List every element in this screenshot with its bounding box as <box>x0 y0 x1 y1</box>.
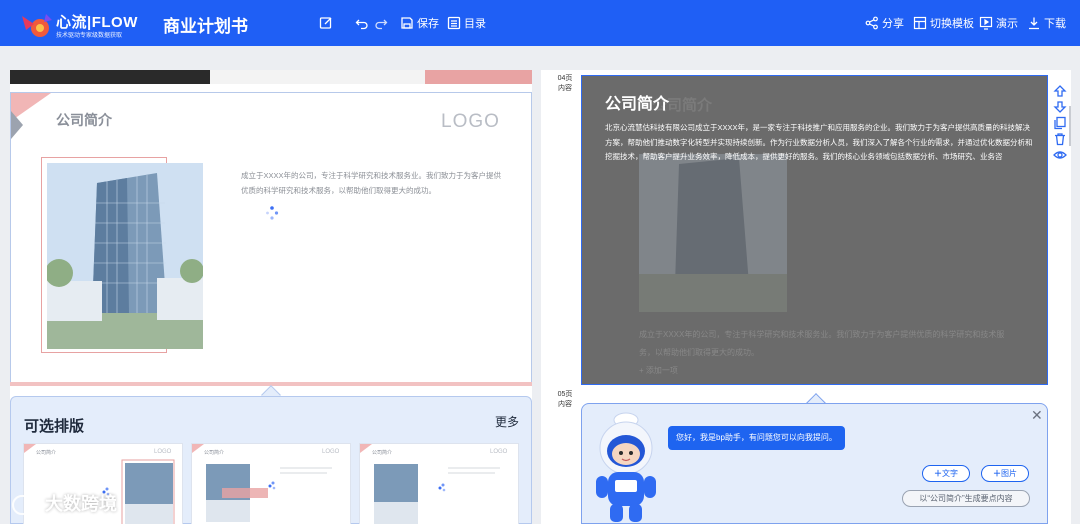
present-icon <box>979 16 993 30</box>
page-5-number: 05页 <box>557 391 573 398</box>
edit-button[interactable] <box>319 14 336 32</box>
list-icon <box>447 16 461 30</box>
preview-eye-icon[interactable] <box>1053 148 1067 162</box>
generate-key-points-button[interactable]: 以“公司简介”生成要点内容 <box>902 490 1030 507</box>
assistant-greeting: 您好，我是bp助手，有问题您可以向我提问。 <box>668 426 845 450</box>
watermark-text: 大数跨境 <box>45 494 117 514</box>
right-pages-panel: 04页 内容 公司简介 成立于XXXX年的公司，专注于科学研究和技术服务业。我们… <box>541 70 1071 524</box>
layout-thumbnail-3[interactable]: 公司简介 LOGO <box>359 443 519 524</box>
top-bar: 心流|FLOW 技术驱动专家级数据获取 商业计划书 保存 目录 分享 切换模板 … <box>0 0 1080 46</box>
document-title[interactable]: 商业计划书 <box>163 12 248 37</box>
layout-thumb-2-graphic <box>192 444 332 522</box>
switch-template-button[interactable]: 切换模板 <box>913 14 974 32</box>
watermark: 大数跨境 <box>12 490 117 516</box>
save-label: 保存 <box>417 18 439 30</box>
slide-logo-placeholder[interactable]: LOGO <box>441 111 500 133</box>
ghost-body-text: 成立于XXXX年的公司，专注于科学研究和技术服务业。我们致力于为客户提供优质的科… <box>639 330 1005 357</box>
close-icon[interactable]: ✕ <box>1031 407 1043 424</box>
page-4-label: 04页 内容 <box>553 74 577 94</box>
thumb-2-heading: 公司简介 <box>204 450 225 456</box>
page-5-type: 内容 <box>558 401 572 408</box>
download-label: 下载 <box>1044 18 1066 30</box>
strip-pink-band <box>425 70 532 84</box>
template-icon <box>913 16 927 30</box>
layout-options-title: 可选排版 <box>24 418 85 435</box>
ghost-building-image <box>639 154 787 312</box>
slide-preview[interactable]: 公司简介 LOGO 成立于XXXX年的公司，专注于科学研究和技术服务业。我们致力… <box>10 92 532 384</box>
redo-icon <box>375 19 388 30</box>
plus-icon: ＋ <box>934 469 942 478</box>
page-4-number: 04页 <box>557 75 573 82</box>
logo-mark-icon <box>22 14 52 37</box>
bp-assistant-panel: ✕ 您好，我是bp助手，有问题您可以向我提问。 ＋文字 ＋图片 以“公司简介”生… <box>581 403 1048 524</box>
share-label: 分享 <box>882 18 904 30</box>
scrollbar[interactable] <box>1069 106 1071 146</box>
thumb-1-logo: LOGO <box>154 449 172 455</box>
download-icon <box>1029 17 1039 30</box>
add-text-button[interactable]: ＋文字 <box>922 465 970 482</box>
thumb-3-heading: 公司简介 <box>372 450 393 456</box>
logo-tagline: 技术驱动专家级数据获取 <box>56 33 123 39</box>
switch-template-label: 切换模板 <box>930 18 974 30</box>
layout-thumb-3-graphic <box>360 444 500 524</box>
selected-slide[interactable]: 公司简介 成立于XXXX年的公司，专注于科学研究和技术服务业。我们致力于为客户提… <box>581 75 1048 385</box>
left-editor-panel: 公司简介 LOGO 成立于XXXX年的公司，专注于科学研究和技术服务业。我们致力… <box>10 70 532 524</box>
layout-more-link[interactable]: 更多 <box>495 413 519 430</box>
present-button[interactable]: 演示 <box>979 14 1018 32</box>
watermark-logo-icon <box>12 495 42 516</box>
redo-button[interactable] <box>374 14 391 32</box>
share-button[interactable]: 分享 <box>865 14 904 32</box>
thumb-3-logo: LOGO <box>490 449 508 455</box>
add-image-label: 图片 <box>1001 469 1017 478</box>
download-button[interactable]: 下载 <box>1027 14 1066 32</box>
building-image <box>47 163 203 349</box>
save-icon <box>401 17 413 29</box>
toc-label: 目录 <box>464 18 486 30</box>
share-icon <box>865 16 878 30</box>
slide-title[interactable]: 公司简介 <box>605 90 669 114</box>
slide-actions <box>1053 84 1069 164</box>
save-button[interactable]: 保存 <box>400 14 439 32</box>
thumb-2-logo: LOGO <box>322 449 340 455</box>
present-label: 演示 <box>996 18 1018 30</box>
undo-icon <box>355 19 368 30</box>
delete-icon[interactable] <box>1053 132 1067 146</box>
ghost-add-item: + 添加一项 <box>639 366 678 375</box>
thumb-1-heading: 公司简介 <box>36 450 57 456</box>
logo-text: 心流|FLOW <box>56 14 138 31</box>
page-5-label: 05页 内容 <box>553 390 577 410</box>
ghost-body: 成立于XXXX年的公司，专注于科学研究和技术服务业。我们致力于为客户提供优质的科… <box>639 326 1019 380</box>
previous-slide-strip[interactable] <box>10 70 532 84</box>
move-up-icon[interactable] <box>1053 84 1067 98</box>
toc-button[interactable]: 目录 <box>447 14 486 32</box>
building-photo[interactable] <box>47 163 203 349</box>
move-down-icon[interactable] <box>1053 100 1067 114</box>
copy-icon[interactable] <box>1053 116 1067 130</box>
plus-icon: ＋ <box>993 469 1001 478</box>
corner-arrow-decoration <box>11 111 23 139</box>
add-text-label: 文字 <box>942 469 958 478</box>
edit-icon <box>319 17 332 29</box>
astronaut-mascot-icon <box>596 412 656 522</box>
layout-thumbnail-2[interactable]: 公司简介 LOGO <box>191 443 351 524</box>
slide-description[interactable]: 北京心流慧估科技有限公司成立于XXXX年，是一家专注于科技推广和应用服务的企业。… <box>605 121 1035 165</box>
loading-spinner-icon <box>266 206 279 220</box>
undo-button[interactable] <box>355 14 372 32</box>
slide-body-text[interactable]: 成立于XXXX年的公司，专注于科学研究和技术服务业。我们致力于为客户提供优质的科… <box>241 168 506 198</box>
page-4-type: 内容 <box>558 85 572 92</box>
strip-dark-band <box>10 70 210 84</box>
slide-heading[interactable]: 公司简介 <box>56 110 112 130</box>
app-logo[interactable]: 心流|FLOW 技术驱动专家级数据获取 <box>20 6 140 40</box>
add-image-button[interactable]: ＋图片 <box>981 465 1029 482</box>
